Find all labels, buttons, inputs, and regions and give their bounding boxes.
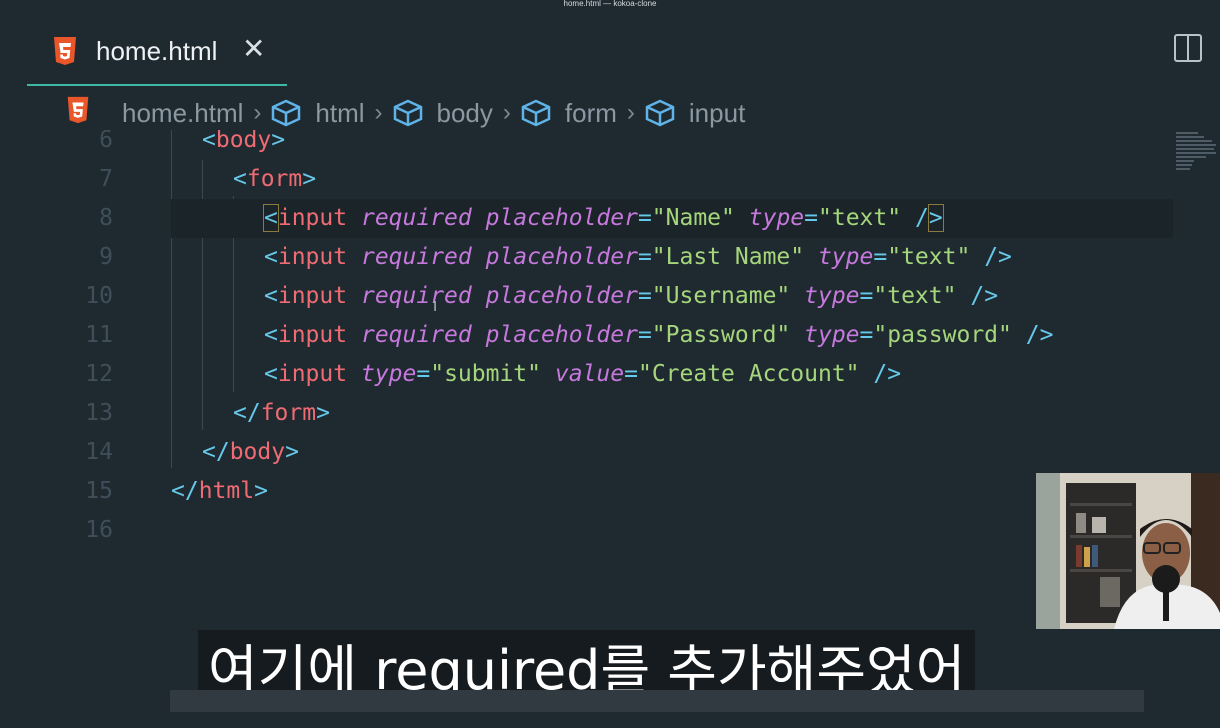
code-text: <input type="submit" value="Create Accou…: [264, 361, 902, 387]
element-icon: [393, 99, 422, 127]
line-number: 11: [85, 322, 113, 348]
code-line[interactable]: 12 <input type="submit" value="Create Acc…: [0, 355, 1220, 394]
code-text: <body>: [202, 130, 286, 153]
element-icon: [272, 99, 301, 127]
line-number: 6: [99, 130, 113, 153]
html5-icon: [53, 36, 77, 71]
line-number: 13: [85, 400, 113, 426]
code-text: </form>: [233, 400, 330, 426]
presenter-video: [1036, 473, 1220, 629]
code-line[interactable]: 10 <input required placeholder="Username"…: [0, 277, 1220, 316]
chevron-right-icon: ›: [374, 99, 383, 126]
line-number: 7: [99, 166, 113, 192]
chevron-right-icon: ›: [502, 99, 511, 126]
line-number: 12: [85, 361, 113, 387]
split-editor-icon[interactable]: [1174, 34, 1202, 62]
breadcrumb-item-html[interactable]: html: [271, 97, 365, 129]
webcam-overlay: [1036, 473, 1220, 629]
code-line[interactable]: 9 <input required placeholder="Last Name"…: [0, 238, 1220, 277]
chevron-right-icon: ›: [626, 99, 635, 126]
code-line[interactable]: 8 <input required placeholder="Name" type…: [99, 199, 1173, 238]
breadcrumb-label: form: [564, 97, 617, 128]
minimap[interactable]: [1176, 132, 1216, 178]
tab-home-html[interactable]: home.html ✕: [27, 26, 287, 86]
chevron-right-icon: ›: [253, 99, 262, 126]
code-line[interactable]: 13 </form>: [0, 394, 1220, 433]
breadcrumb-item-form[interactable]: form: [521, 98, 617, 129]
code-text: <input required placeholder="Username" t…: [264, 283, 999, 309]
line-number: 9: [99, 244, 113, 270]
tab-label: home.html: [96, 36, 218, 66]
close-icon[interactable]: ✕: [242, 35, 265, 63]
code-text: <input required placeholder="Password" t…: [264, 322, 1054, 348]
line-number: 14: [85, 439, 113, 465]
code-line[interactable]: 7 <form>: [0, 160, 1220, 199]
line-number: 8: [99, 205, 113, 231]
code-text: <input required placeholder="Last Name" …: [264, 244, 1012, 270]
code-line[interactable]: 14 </body>: [0, 433, 1220, 472]
breadcrumb-item-body[interactable]: body: [393, 98, 493, 129]
line-number: 10: [85, 283, 113, 309]
breadcrumb: home.html › html › body › form › input: [66, 96, 745, 130]
code-text: <form>: [233, 166, 317, 192]
element-icon: [521, 99, 551, 127]
line-number: 15: [85, 478, 113, 504]
code-text: </body>: [202, 439, 299, 465]
breadcrumb-label: input: [688, 97, 746, 128]
text-cursor-icon: Ⅰ: [433, 298, 438, 314]
horizontal-scrollbar[interactable]: [170, 690, 1144, 712]
html5-icon: [66, 96, 104, 131]
window-title: home.html — kokoa-clone: [563, 0, 657, 8]
breadcrumb-item-input[interactable]: input: [645, 98, 745, 129]
code-line[interactable]: 11 <input required placeholder="Password"…: [0, 316, 1220, 355]
breadcrumb-label: html: [315, 97, 365, 128]
breadcrumb-label: body: [436, 97, 493, 128]
breadcrumb-label: home.html: [122, 97, 244, 128]
line-number: 16: [85, 517, 113, 543]
code-text: </html>: [171, 478, 268, 504]
breadcrumb-item-file[interactable]: home.html: [66, 96, 243, 131]
code-line[interactable]: 6 <body>: [0, 130, 1220, 160]
code-text: <input required placeholder="Name" type=…: [263, 204, 944, 232]
element-icon: [645, 99, 675, 127]
